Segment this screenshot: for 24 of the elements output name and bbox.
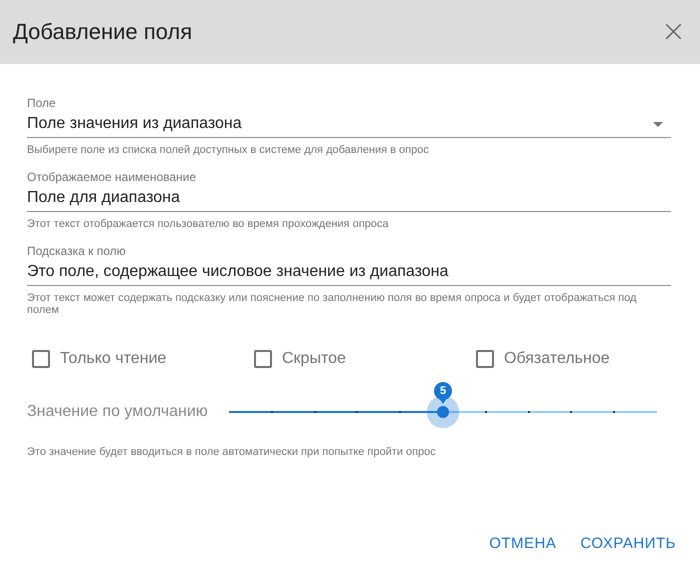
helper-text: Этот текст может содержать подсказку или пояснение по заполнению поля во время опроса и будет отображаться под полем [27,292,638,316]
field-label: Подсказка к полю [27,244,127,259]
slider-label: Значение по умолчанию [27,403,209,421]
helper-text: Выбирете поле из списка полей доступных в системе для добавления в опрос [27,144,430,156]
slider-thumb[interactable] [437,406,449,418]
field-label: Поле [27,96,57,111]
checkbox-label: Обязательное [504,350,610,368]
close-button[interactable]: × [656,17,690,47]
text-button[interactable]: ОТМЕНА [481,529,564,558]
field-label: Отображаемое наименование [27,170,198,185]
checkbox-label: Скрытое [282,350,346,368]
helper-text: Этот текст отображается пользователю во время прохождения опроса [27,218,390,230]
caret-icon [653,122,663,126]
select-field[interactable]: Поле значения из диапазона [27,111,671,138]
input-field[interactable]: Поле для диапазона [27,185,671,212]
helper-text: Это значение будет вводиться в поле автоматически при попытке пройти опрос [27,446,437,458]
checkbox[interactable] [476,350,494,368]
text-button[interactable]: СОХРАНИТЬ [572,529,684,558]
checkbox[interactable] [254,350,272,368]
checkbox[interactable] [32,350,50,368]
dialog-title: Добавление поля [13,19,192,45]
input-field[interactable]: Это поле, содержащее числовое значение из диапазона [27,259,671,286]
checkbox-label: Только чтение [60,350,166,368]
slider[interactable]: 5 [229,382,657,442]
